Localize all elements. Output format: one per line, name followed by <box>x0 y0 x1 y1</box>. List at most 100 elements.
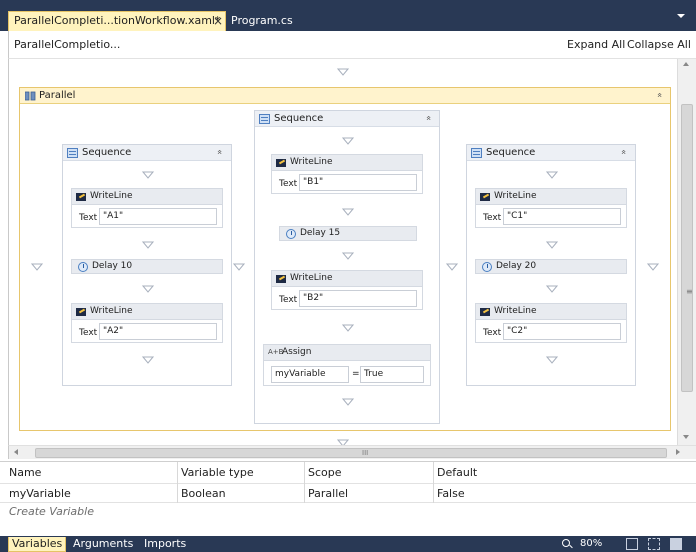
sequence-icon <box>471 148 482 158</box>
create-variable-link[interactable]: Create Variable <box>9 505 94 518</box>
writeline-activity[interactable]: WriteLine Text "B1" <box>271 154 423 194</box>
collapse-chevron-icon[interactable]: « <box>654 92 664 98</box>
variable-type-cell[interactable]: Boolean <box>181 487 226 500</box>
drop-target-icon[interactable] <box>142 241 154 249</box>
collapse-chevron-icon[interactable]: « <box>423 115 433 121</box>
writeline-header[interactable]: WriteLine <box>476 304 626 320</box>
vertical-scroll-thumb[interactable]: ≡ <box>681 104 693 392</box>
table-row[interactable]: myVariable Boolean Parallel False <box>0 484 696 503</box>
column-header-default[interactable]: Default <box>437 466 477 479</box>
column-header-scope[interactable]: Scope <box>308 466 342 479</box>
assign-to-field[interactable]: myVariable <box>271 366 349 383</box>
drop-target-icon[interactable] <box>342 208 354 216</box>
parallel-activity[interactable]: Parallel « Sequence « WriteLine Text "A1… <box>19 87 671 431</box>
delay-activity[interactable]: Delay 15 <box>279 226 417 241</box>
drop-target-icon[interactable] <box>142 171 154 179</box>
sequence-header[interactable]: Sequence « <box>63 145 231 161</box>
sequence-right[interactable]: Sequence « WriteLine Text "C1" Delay 20 <box>466 144 636 386</box>
text-expression-field[interactable]: "C2" <box>503 323 621 340</box>
writeline-header[interactable]: WriteLine <box>272 271 422 287</box>
sequence-icon <box>259 114 270 124</box>
tab-arguments[interactable]: Arguments <box>70 537 136 552</box>
actual-size-icon[interactable] <box>648 538 660 550</box>
fit-to-screen-icon[interactable] <box>626 538 638 550</box>
drop-target-icon[interactable] <box>342 324 354 332</box>
assign-value-field[interactable]: True <box>360 366 424 383</box>
collapse-chevron-icon[interactable]: « <box>214 149 224 155</box>
drop-target-icon[interactable] <box>546 285 558 293</box>
writeline-activity[interactable]: WriteLine Text "A2" <box>71 303 223 343</box>
variables-panel: Name Variable type Scope Default myVaria… <box>0 461 696 536</box>
zoom-level[interactable]: 80% <box>580 537 602 551</box>
sequence-header[interactable]: Sequence « <box>255 111 439 127</box>
scroll-left-icon[interactable] <box>14 449 18 455</box>
scroll-right-icon[interactable] <box>676 449 680 455</box>
column-separator <box>304 462 305 484</box>
writeline-activity[interactable]: WriteLine Text "A1" <box>71 188 223 228</box>
text-label: Text <box>79 328 98 338</box>
scroll-down-icon[interactable] <box>683 435 689 439</box>
writeline-header[interactable]: WriteLine <box>476 189 626 205</box>
collapse-all-link[interactable]: Collapse All <box>627 38 691 51</box>
assign-activity[interactable]: A+B Assign myVariable = True <box>263 344 431 386</box>
delay-activity[interactable]: Delay 10 <box>71 259 223 274</box>
zoom-search-icon[interactable] <box>562 539 570 547</box>
column-header-variable-type[interactable]: Variable type <box>181 466 254 479</box>
drop-target-icon[interactable] <box>446 263 458 271</box>
delay-title: Delay 15 <box>300 228 341 238</box>
variable-default-cell[interactable]: False <box>437 487 465 500</box>
text-expression-field[interactable]: "B1" <box>299 174 417 191</box>
text-expression-field[interactable]: "A2" <box>99 323 217 340</box>
parallel-header[interactable]: Parallel « <box>20 88 670 104</box>
writeline-header[interactable]: WriteLine <box>272 155 422 171</box>
tab-imports[interactable]: Imports <box>141 537 189 552</box>
collapse-chevron-icon[interactable]: « <box>618 149 628 155</box>
writeline-icon <box>276 159 286 167</box>
tab-parallel-completion-workflow[interactable]: ParallelCompleti...tionWorkflow.xaml* × <box>8 11 226 31</box>
drop-target-icon[interactable] <box>546 241 558 249</box>
scroll-up-icon[interactable] <box>683 62 689 66</box>
drop-target-icon[interactable] <box>342 252 354 260</box>
writeline-activity[interactable]: WriteLine Text "C1" <box>475 188 627 228</box>
overview-map-icon[interactable] <box>670 538 682 550</box>
expand-all-link[interactable]: Expand All <box>567 38 625 51</box>
drop-target-icon[interactable] <box>337 68 349 76</box>
horizontal-scroll-thumb[interactable]: III <box>35 448 667 458</box>
text-label: Text <box>79 213 98 223</box>
drop-target-icon[interactable] <box>233 263 245 271</box>
drop-target-icon[interactable] <box>342 398 354 406</box>
drop-target-icon[interactable] <box>546 356 558 364</box>
create-variable-row[interactable]: Create Variable <box>0 503 696 521</box>
tab-program-cs[interactable]: Program.cs <box>231 12 293 30</box>
workflow-designer-canvas: Parallel « Sequence « WriteLine Text "A1… <box>8 59 677 445</box>
delay-title: Delay 10 <box>92 261 133 271</box>
writeline-header[interactable]: WriteLine <box>72 189 222 205</box>
text-expression-field[interactable]: "C1" <box>503 208 621 225</box>
drop-target-icon[interactable] <box>342 137 354 145</box>
writeline-activity[interactable]: WriteLine Text "B2" <box>271 270 423 310</box>
sequence-header[interactable]: Sequence « <box>467 145 635 161</box>
text-expression-field[interactable]: "A1" <box>99 208 217 225</box>
column-header-name[interactable]: Name <box>9 466 41 479</box>
tab-dropdown-icon[interactable] <box>677 14 685 18</box>
variable-scope-cell[interactable]: Parallel <box>308 487 348 500</box>
delay-activity[interactable]: Delay 20 <box>475 259 627 274</box>
tab-variables[interactable]: Variables <box>8 537 67 552</box>
close-icon[interactable]: × <box>211 12 225 30</box>
variable-name-cell[interactable]: myVariable <box>9 487 71 500</box>
horizontal-scrollbar[interactable]: III <box>8 445 696 459</box>
drop-target-icon[interactable] <box>546 171 558 179</box>
drop-target-icon[interactable] <box>31 263 43 271</box>
writeline-activity[interactable]: WriteLine Text "C2" <box>475 303 627 343</box>
sequence-left[interactable]: Sequence « WriteLine Text "A1" Delay 10 <box>62 144 232 386</box>
sequence-middle[interactable]: Sequence « WriteLine Text "B1" Delay 15 <box>254 110 440 424</box>
drop-target-icon[interactable] <box>142 356 154 364</box>
writeline-header[interactable]: WriteLine <box>72 304 222 320</box>
breadcrumb[interactable]: ParallelCompletio... <box>14 38 120 51</box>
writeline-icon <box>276 275 286 283</box>
text-expression-field[interactable]: "B2" <box>299 290 417 307</box>
drop-target-icon[interactable] <box>647 263 659 271</box>
assign-header[interactable]: A+B Assign <box>264 345 430 361</box>
vertical-scrollbar[interactable]: ≡ <box>677 59 696 445</box>
drop-target-icon[interactable] <box>142 285 154 293</box>
